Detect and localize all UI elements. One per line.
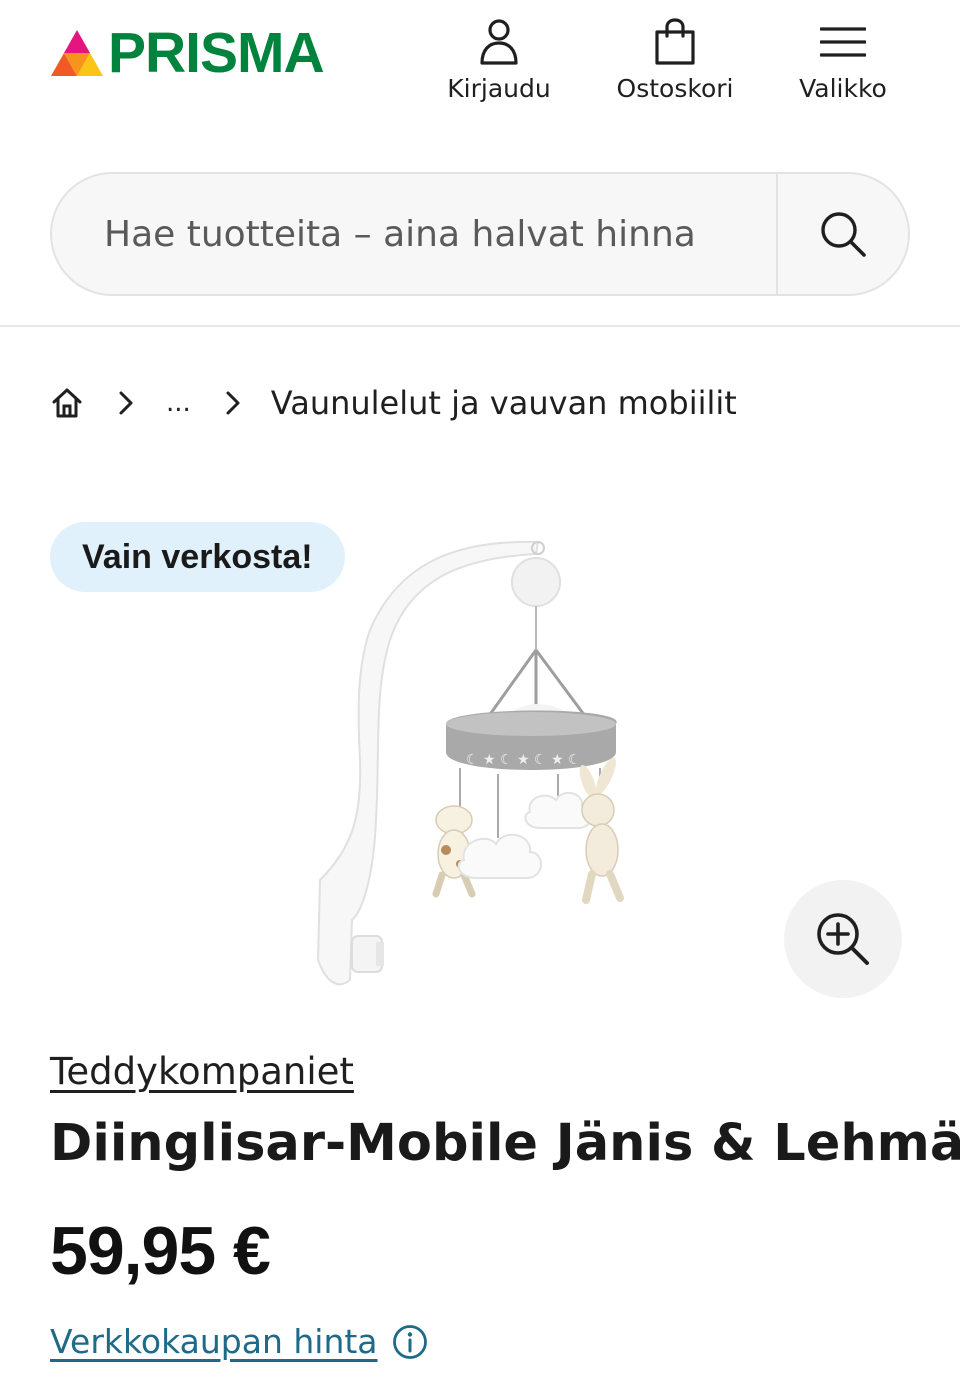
user-icon	[480, 19, 518, 65]
zoom-button[interactable]	[784, 880, 902, 998]
menu-button[interactable]: Valikko	[788, 14, 898, 103]
login-button[interactable]: Kirjaudu	[440, 14, 558, 103]
search-bar	[50, 172, 910, 296]
crib-mobile-image: ☾ ★ ☾ ★ ☾ ★ ☾	[316, 540, 624, 986]
chevron-right-icon	[226, 391, 240, 415]
menu-label: Valikko	[799, 74, 887, 103]
price-note: Verkkokaupan hinta	[50, 1322, 428, 1361]
breadcrumb-ellipsis[interactable]: ...	[166, 388, 191, 418]
breadcrumb-separator	[106, 386, 146, 420]
info-icon	[392, 1324, 427, 1359]
header-divider	[0, 325, 960, 327]
hamburger-icon	[820, 27, 866, 57]
logo-text: PRISMA	[108, 21, 325, 85]
search-input[interactable]	[52, 174, 776, 294]
search-icon	[821, 212, 866, 257]
cart-label: Ostoskori	[616, 74, 734, 103]
breadcrumb-home-link[interactable]	[50, 386, 84, 420]
home-icon	[52, 388, 82, 418]
prisma-logo[interactable]: PRISMA	[50, 21, 325, 85]
product-price: 59,95 €	[50, 1213, 271, 1289]
site-header: PRISMA Kirjaudu Ostoskori Valikko	[0, 0, 960, 150]
zoom-in-icon	[817, 913, 869, 965]
logo-triangle-icon	[51, 30, 103, 76]
search-button[interactable]	[776, 174, 908, 294]
breadcrumb-separator	[213, 386, 253, 420]
online-price-link[interactable]: Verkkokaupan hinta	[50, 1322, 378, 1361]
brand-link[interactable]: Teddykompaniet	[50, 1050, 354, 1093]
product-title: Diinglisar-Mobile Jänis & Lehmä	[50, 1114, 960, 1173]
chevron-right-icon	[119, 391, 133, 415]
shopping-bag-icon	[655, 18, 695, 65]
breadcrumb-current[interactable]: Vaunulelut ja vauvan mobiilit	[271, 384, 737, 422]
breadcrumb: ... Vaunulelut ja vauvan mobiilit	[50, 380, 737, 426]
svg-text:☾ ★ ☾ ★ ☾ ★ ☾: ☾ ★ ☾ ★ ☾ ★ ☾	[466, 752, 581, 768]
info-button[interactable]	[392, 1324, 428, 1360]
product-image[interactable]: ☾ ★ ☾ ★ ☾ ★ ☾	[290, 520, 670, 1000]
login-label: Kirjaudu	[447, 74, 551, 103]
cart-button[interactable]: Ostoskori	[606, 14, 744, 103]
